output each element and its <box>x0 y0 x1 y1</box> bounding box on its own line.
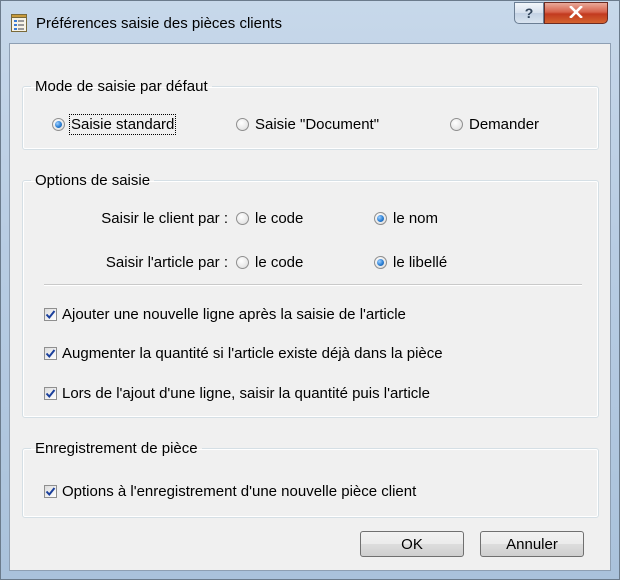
checkbox-augmenter-quantite[interactable]: Augmenter la quantité si l'article exist… <box>44 345 443 362</box>
checkbox-quantite-puis-article[interactable]: Lors de l'ajout d'une ligne, saisir la q… <box>44 385 430 402</box>
question-icon: ? <box>524 5 534 21</box>
radio-selected-indicator <box>52 118 65 131</box>
mode-group: Mode de saisie par défaut <box>22 78 599 150</box>
dialog-window: Préférences saisie des pièces clients ? … <box>0 0 620 580</box>
window-title: Préférences saisie des pièces clients <box>36 15 282 32</box>
radio-article-code[interactable]: le code <box>236 254 303 271</box>
radio-indicator <box>236 118 249 131</box>
title-bar[interactable]: Préférences saisie des pièces clients ? <box>1 1 619 43</box>
radio-selected-indicator <box>374 256 387 269</box>
radio-demander[interactable]: Demander <box>450 116 539 133</box>
save-group-legend: Enregistrement de pièce <box>35 440 198 457</box>
client-row-label: Saisir le client par : <box>101 210 228 227</box>
checkbox-box <box>44 387 57 400</box>
cancel-button[interactable]: Annuler <box>480 531 584 557</box>
options-group-legend: Options de saisie <box>35 172 151 189</box>
checkbox-label: Options à l'enregistrement d'une nouvell… <box>62 483 417 500</box>
radio-indicator <box>450 118 463 131</box>
checkbox-label: Augmenter la quantité si l'article exist… <box>62 345 443 362</box>
close-button[interactable] <box>544 2 608 24</box>
radio-label: le libellé <box>393 254 448 271</box>
form-icon <box>11 14 27 32</box>
help-button[interactable]: ? <box>514 2 544 24</box>
checkbox-box <box>44 308 57 321</box>
checkbox-nouvelle-ligne[interactable]: Ajouter une nouvelle ligne après la sais… <box>44 306 406 323</box>
radio-label: Saisie "Document" <box>255 116 380 133</box>
article-row-label: Saisir l'article par : <box>105 254 228 271</box>
save-group: Enregistrement de pièce <box>22 440 599 518</box>
check-icon <box>45 487 56 497</box>
checkbox-options-enregistrement[interactable]: Options à l'enregistrement d'une nouvell… <box>44 483 416 500</box>
radio-saisie-document[interactable]: Saisie "Document" <box>236 116 379 133</box>
radio-label: le code <box>255 254 304 271</box>
radio-client-nom[interactable]: le nom <box>374 210 438 227</box>
checkbox-label: Ajouter une nouvelle ligne après la sais… <box>62 306 406 323</box>
radio-article-libelle[interactable]: le libellé <box>374 254 447 271</box>
checkbox-label: Lors de l'ajout d'une ligne, saisir la q… <box>62 385 430 402</box>
radio-indicator <box>236 256 249 269</box>
close-icon <box>569 4 583 22</box>
radio-client-code[interactable]: le code <box>236 210 303 227</box>
ok-button[interactable]: OK <box>360 531 464 557</box>
check-icon <box>45 349 56 359</box>
checkbox-box <box>44 485 57 498</box>
check-icon <box>45 310 56 320</box>
radio-saisie-standard[interactable]: Saisie standard <box>52 114 177 135</box>
options-separator <box>44 284 582 286</box>
radio-label: Saisie standard <box>68 114 177 135</box>
radio-label: le code <box>255 210 304 227</box>
dialog-body: Mode de saisie par défaut Saisie standar… <box>9 43 611 571</box>
checkbox-box <box>44 347 57 360</box>
radio-label: Demander <box>469 116 540 133</box>
options-group: Options de saisie <box>22 172 599 418</box>
radio-label: le nom <box>393 210 439 227</box>
radio-indicator <box>236 212 249 225</box>
check-icon <box>45 389 56 399</box>
radio-selected-indicator <box>374 212 387 225</box>
mode-group-legend: Mode de saisie par défaut <box>35 78 208 95</box>
